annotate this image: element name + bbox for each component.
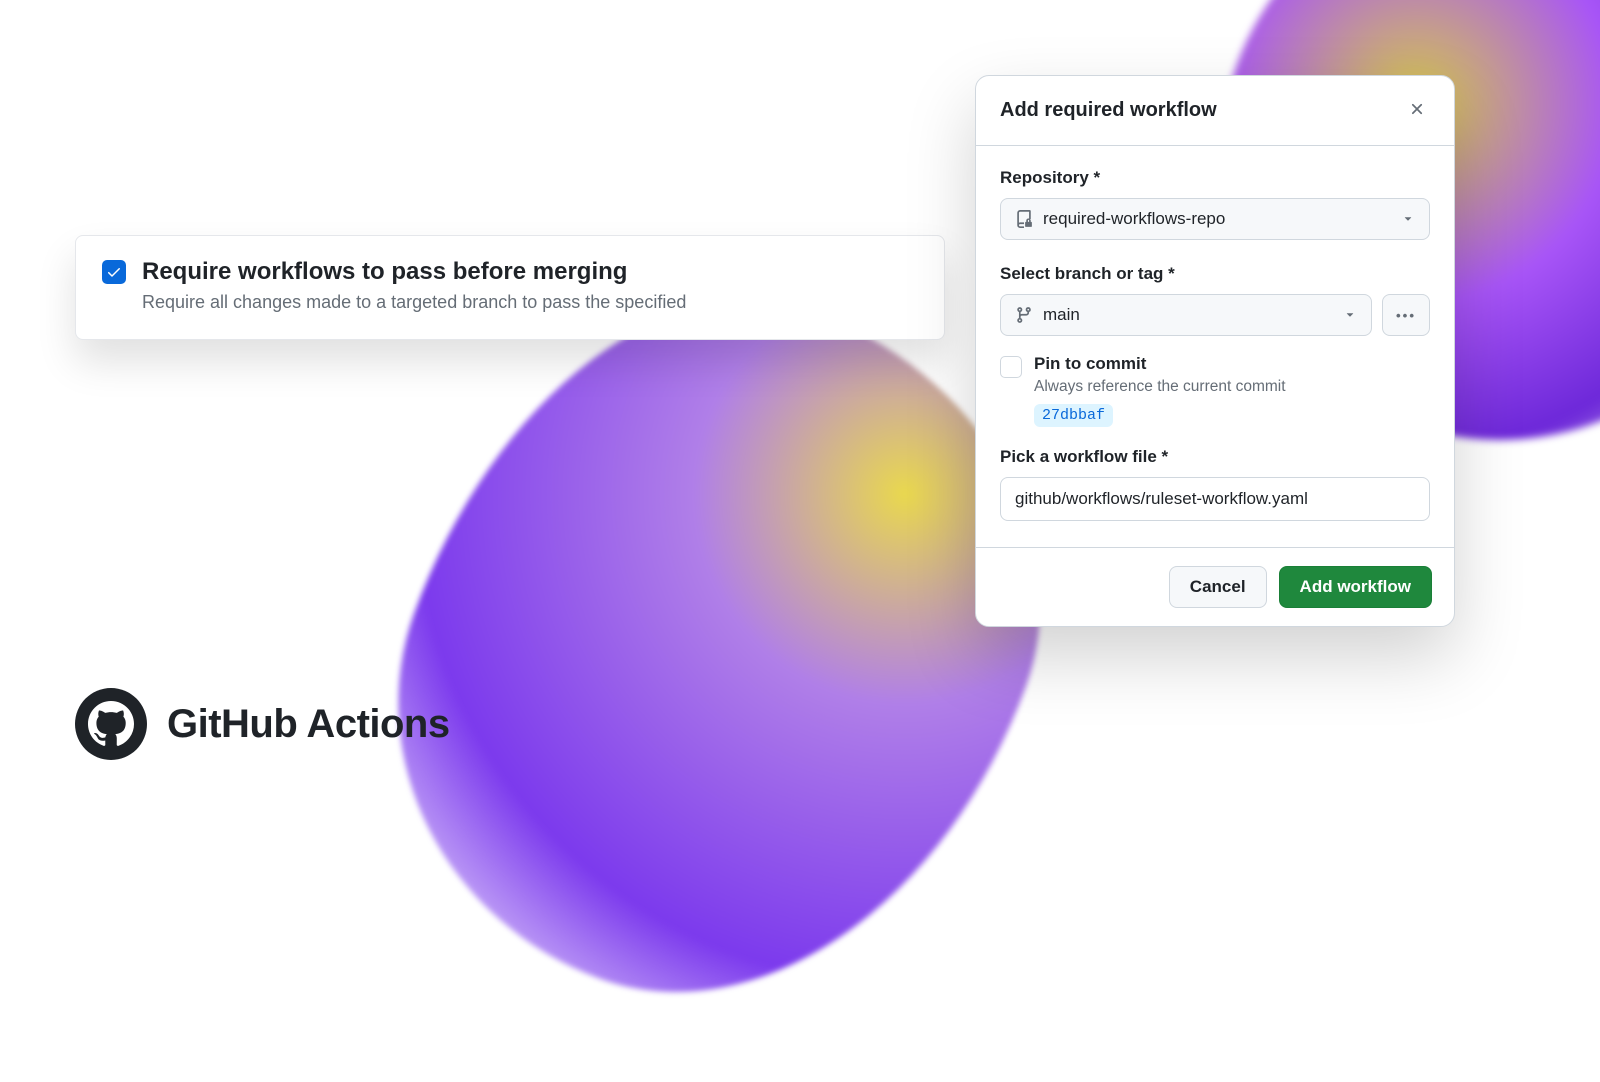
brand-text: GitHub Actions [167,702,450,747]
chevron-down-icon [1343,308,1357,322]
workflow-file-label: Pick a workflow file * [1000,447,1430,467]
branch-label: Select branch or tag * [1000,264,1430,284]
branch-value: main [1043,305,1333,325]
repository-value: required-workflows-repo [1043,209,1391,229]
close-button[interactable] [1404,96,1430,125]
pin-to-commit-title: Pin to commit [1034,354,1286,374]
close-icon [1408,100,1426,118]
repo-locked-icon [1015,210,1033,228]
require-workflows-card: Require workflows to pass before merging… [75,235,945,340]
check-icon [106,264,122,280]
chevron-down-icon [1401,212,1415,226]
dialog-header: Add required workflow [976,76,1454,146]
dialog-title: Add required workflow [1000,99,1217,122]
repository-select[interactable]: required-workflows-repo [1000,198,1430,240]
branch-select[interactable]: main [1000,294,1372,336]
require-workflows-checkbox[interactable] [102,260,126,284]
add-required-workflow-dialog: Add required workflow Repository * requi… [975,75,1455,627]
cancel-button[interactable]: Cancel [1169,566,1267,608]
branch-more-button[interactable]: ••• [1382,294,1430,336]
github-mark-icon [88,701,134,747]
github-logo [75,688,147,760]
kebab-icon: ••• [1396,308,1416,323]
add-workflow-button[interactable]: Add workflow [1279,566,1432,608]
require-workflows-description: Require all changes made to a targeted b… [142,292,686,313]
dialog-footer: Cancel Add workflow [976,547,1454,626]
commit-sha-chip[interactable]: 27dbbaf [1034,404,1113,427]
workflow-file-input[interactable] [1000,477,1430,521]
repository-label: Repository * [1000,168,1430,188]
github-actions-brand: GitHub Actions [75,688,450,760]
pin-to-commit-checkbox[interactable] [1000,356,1022,378]
pin-to-commit-description: Always reference the current commit [1034,378,1286,396]
git-branch-icon [1015,306,1033,324]
pin-to-commit-row: Pin to commit Always reference the curre… [1000,354,1430,427]
require-workflows-title: Require workflows to pass before merging [142,258,686,286]
